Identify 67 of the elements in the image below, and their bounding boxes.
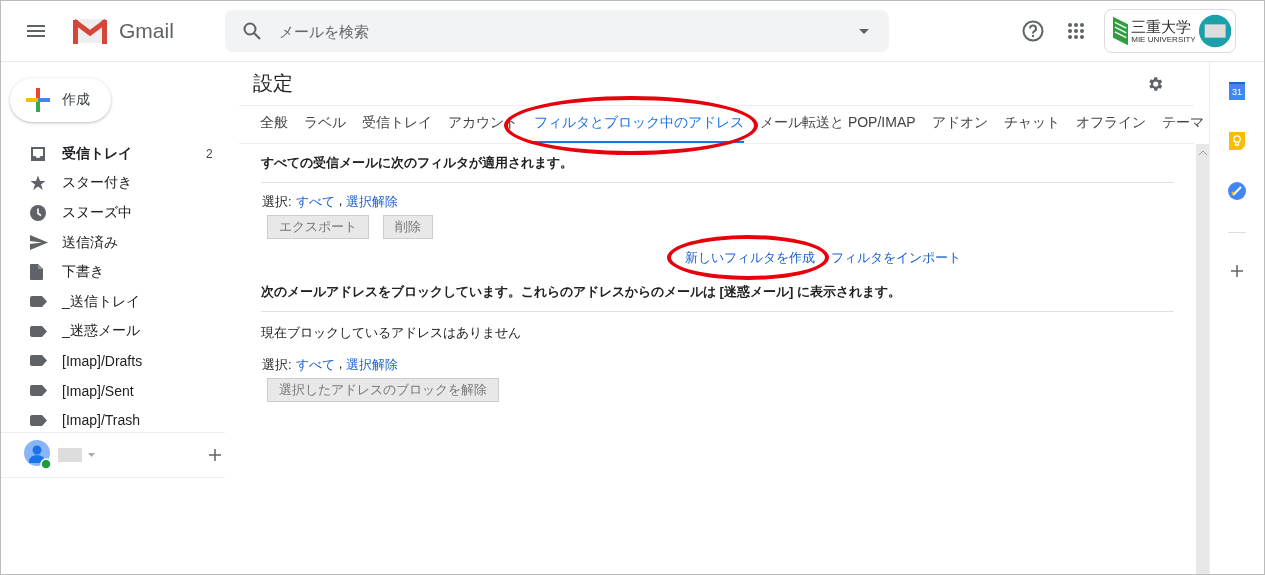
settings-tab[interactable]: アドオン [931,106,988,143]
search-icon[interactable] [243,22,261,40]
settings-tab[interactable]: 全般 [260,106,288,143]
plus-icon [26,88,50,112]
settings-tab[interactable]: メール転送と POP/IMAP [760,106,916,143]
deselect-link[interactable]: 選択解除 [346,193,399,211]
sidebar-item[interactable]: 受信トレイ 2 [1,139,239,169]
label-icon [30,355,47,367]
send-icon [30,235,48,251]
search-input[interactable]: メールを検索 [277,21,843,41]
app-name: Gmail [119,19,175,43]
label-icon [30,385,47,397]
apps-grid-icon[interactable] [1068,23,1084,39]
check-circle-icon[interactable] [1228,182,1246,200]
university-subtitle: MIE UNIVERSITY [1131,35,1196,44]
label-icon [30,296,47,308]
separator-text: , [338,356,343,373]
section-heading: 次のメールアドレスをブロックしています。これらのアドレスからのメールは [迷惑メール] に表示されます。 [261,273,1174,312]
settings-tab[interactable]: チャット [1003,106,1060,143]
leaf-logo-icon [1113,14,1129,48]
empty-message: 現在ブロックしているアドレスはありません [261,324,522,342]
add-icon[interactable] [1231,265,1243,277]
label-icon [30,414,47,426]
select-all-link[interactable]: すべて [295,356,335,374]
sidebar-item[interactable]: スヌーズ中 [1,198,239,228]
dropdown-caret-icon[interactable] [859,28,869,34]
sidebar-item[interactable]: [Imap]/Sent [1,375,239,406]
settings-tab[interactable]: フィルタとブロック中のアドレス [534,106,744,143]
page-title: 設定 [253,71,293,96]
account-name-placeholder [58,448,82,462]
document-icon [30,264,43,281]
star-icon [30,175,46,192]
unread-count: 2 [206,146,213,161]
search-field[interactable]: メールを検索 [225,10,889,52]
label-icon [30,325,47,337]
sidebar-item[interactable]: スター付き [1,168,239,199]
deselect-link[interactable]: 選択解除 [346,356,399,374]
person-avatar-icon [24,440,52,470]
sidebar-item[interactable]: _迷惑メール [1,316,239,347]
filter-link[interactable]: フィルタをインポート [830,249,961,267]
inbox-icon [30,145,46,162]
sidebar-item[interactable]: _送信トレイ [1,286,239,317]
help-icon[interactable] [1022,20,1044,42]
settings-tab[interactable]: オフライン [1075,106,1146,143]
menu-icon[interactable] [27,25,45,37]
clock-icon [30,205,46,221]
section-heading: すべての受信メールに次のフィルタが適用されます。 [261,144,1174,183]
envelope-logo-icon [73,18,107,44]
sidebar-item[interactable]: [Imap]/Drafts [1,346,239,376]
university-name: 三重大学 [1131,18,1193,34]
sidebar-item[interactable]: [Imap]/Trash [1,405,239,431]
settings-tab[interactable]: ラベル [304,106,346,143]
scrollbar[interactable] [1196,144,1209,574]
account-button[interactable]: 三重大学 MIE UNIVERSITY [1104,9,1236,53]
filter-link[interactable]: 新しいフィルタを作成 [684,249,815,267]
select-all-link[interactable]: すべて [295,193,335,211]
sidebar-item[interactable]: 送信済み [1,227,239,258]
select-label: 選択: [262,356,292,374]
add-icon[interactable] [209,449,221,461]
compose-button[interactable]: 作成 [10,78,111,122]
select-label: 選択: [262,193,292,211]
avatar-icon [1198,14,1231,48]
separator-text: , [338,193,343,210]
sidebar-item[interactable]: 下書き [1,257,239,287]
settings-tab[interactable]: テーマ [1161,106,1204,143]
calendar-icon[interactable]: 31 [1229,82,1245,100]
settings-tab[interactable]: 受信トレイ [362,106,432,143]
